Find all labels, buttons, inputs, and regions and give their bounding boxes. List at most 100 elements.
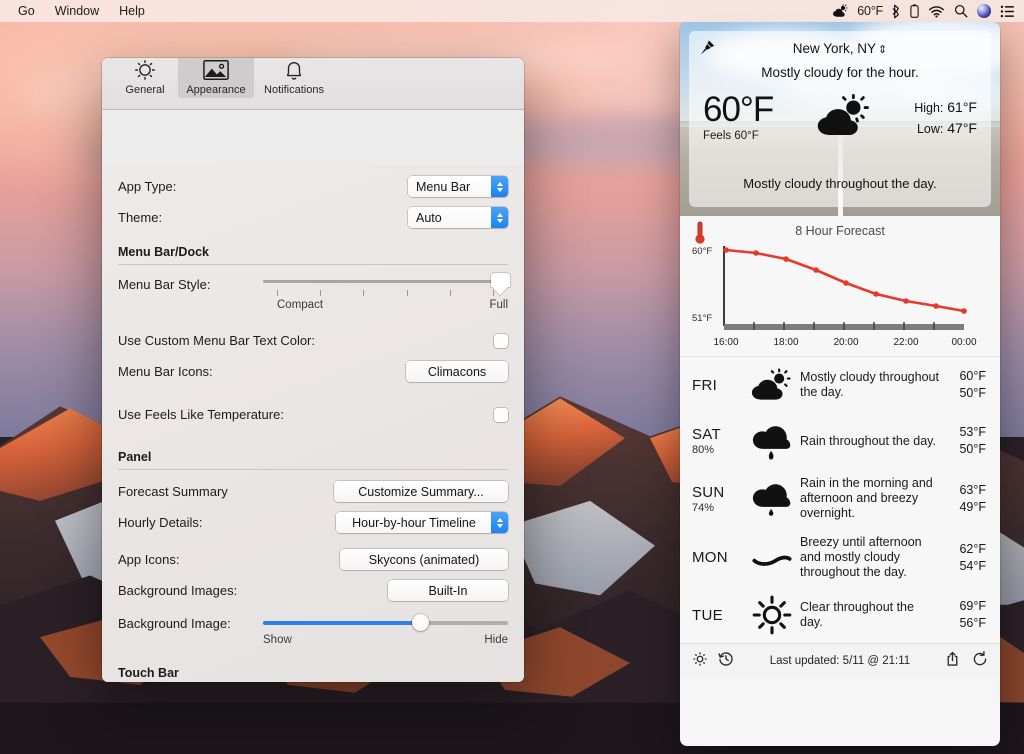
divider [118, 264, 508, 265]
row-app-icons: App Icons: Skycons (animated) [118, 544, 508, 575]
day-block: FRI [692, 377, 744, 394]
section-panel: Panel [118, 450, 152, 464]
refresh-icon[interactable] [972, 650, 988, 672]
hourly-forecast-chart[interactable]: 8 Hour Forecast 60°F 51°F 16:00 18:00 20:… [680, 216, 1000, 357]
share-icon[interactable] [945, 651, 960, 672]
forecast-text: Breezy until afternoon and mostly cloudy… [800, 535, 922, 579]
location-selector[interactable]: New York, NY ⇕ [701, 39, 979, 56]
low-temp: 56°F [959, 616, 986, 630]
menu-bar-style-label: Menu Bar Style: [118, 277, 211, 292]
forecast-row-sat[interactable]: SAT 80% Rain throughout the day. 53°F 50… [680, 413, 1000, 469]
divider [118, 469, 508, 470]
forecast-row-fri[interactable]: FRI Mostly cloudy throughout the day. 60… [680, 357, 1000, 413]
background-images-button[interactable]: Built-In [388, 580, 508, 601]
low-temp: 54°F [959, 558, 986, 573]
tab-notifications[interactable]: Notifications [256, 58, 332, 98]
svg-text:20:00: 20:00 [833, 337, 858, 348]
forecast-row-mon[interactable]: MON Breezy until afternoon and mostly cl… [680, 528, 1000, 587]
background-image-min-label: Show [263, 634, 292, 646]
clock-history-icon[interactable] [718, 651, 734, 672]
tab-general[interactable]: General [114, 58, 176, 98]
window-titlebar: Forecast Bar 2.9.3 General Appearance [102, 58, 524, 110]
svg-text:22:00: 22:00 [893, 337, 918, 348]
chevron-updown-icon [491, 207, 508, 228]
menu-bar-temperature[interactable]: 60°F [857, 4, 883, 18]
svg-text:00:00: 00:00 [951, 337, 976, 348]
current-temperature: 60°F [703, 90, 774, 129]
tab-general-label: General [125, 84, 165, 96]
background-images-label: Background Images: [118, 583, 238, 598]
forecast-row-sun[interactable]: SUN 74% Rain in the morning and afternoo… [680, 469, 1000, 528]
slider-fill [263, 621, 423, 625]
siri-icon[interactable] [977, 4, 991, 18]
current-temp-block: 60°F Feels 60°F [703, 90, 774, 142]
forecast-text: Rain in the morning and afternoon and br… [800, 476, 933, 520]
menu-bar-icons-button[interactable]: Climacons [406, 361, 508, 382]
menu-window[interactable]: Window [45, 0, 109, 22]
pin-icon[interactable] [699, 39, 716, 61]
slider-thumb[interactable] [412, 614, 430, 631]
theme-value: Auto [408, 207, 491, 228]
partly-cloudy-day-icon [744, 367, 800, 403]
daily-forecast-list: FRI Mostly cloudy throughout the day. 60… [680, 357, 1000, 643]
low-temp: 50°F [959, 386, 986, 400]
chevron-updown-icon [491, 512, 508, 533]
svg-text:16:00: 16:00 [713, 337, 738, 348]
row-background-image: Background Image: Show Hide [118, 614, 508, 648]
background-image-label: Background Image: [118, 616, 231, 631]
theme-select[interactable]: Auto [408, 207, 508, 228]
svg-text:18:00: 18:00 [773, 337, 798, 348]
forecast-panel: New York, NY ⇕ Mostly cloudy for the hour… [680, 22, 1000, 746]
background-image-slider[interactable] [263, 614, 508, 632]
high-temp: 60°F [959, 369, 986, 383]
bluetooth-icon[interactable] [892, 4, 901, 19]
appearance-pane: App Type: Menu Bar Theme: Auto Menu Bar/… [102, 165, 524, 682]
gear-icon[interactable] [692, 651, 708, 672]
hourly-details-select[interactable]: Hour-by-hour Timeline [336, 512, 508, 533]
menu-bar: Go Window Help 60°F [0, 0, 1024, 22]
app-icons-button[interactable]: Skycons (animated) [340, 549, 508, 570]
tab-appearance[interactable]: Appearance [178, 58, 254, 98]
search-icon[interactable] [954, 4, 968, 18]
control-center-icon[interactable] [1000, 5, 1015, 18]
menu-go[interactable]: Go [8, 0, 45, 22]
row-forecast-summary: Forecast Summary Customize Summary... [118, 476, 508, 507]
clear-day-icon [744, 594, 800, 636]
chart-title: 8 Hour Forecast [795, 224, 885, 238]
menu-help[interactable]: Help [109, 0, 155, 22]
menu-bar-style-endlabels: Compact Full [263, 299, 508, 313]
high-temp: 62°F [959, 541, 986, 556]
wifi-icon[interactable] [928, 5, 945, 18]
high-low-block: High: 61°F Low: 47°F [914, 97, 977, 139]
high-temp: 69°F [959, 599, 986, 613]
forecast-text: Clear throughout the day. [800, 600, 914, 629]
cloud-sun-icon[interactable] [832, 4, 848, 18]
chart-x-ticks: 16:00 18:00 20:00 22:00 00:00 [713, 337, 976, 348]
forecast-row-tue[interactable]: TUE Clear throughout the day. 69°F 56°F [680, 587, 1000, 643]
panel-footer: Last updated: 5/11 @ 21:11 [680, 643, 1000, 678]
day-name: MON [692, 549, 728, 566]
feels-like-temperature: Feels 60°F [703, 130, 759, 142]
day-name: TUE [692, 606, 723, 624]
customize-summary-button[interactable]: Customize Summary... [334, 481, 508, 502]
day-name: SAT [692, 426, 721, 443]
chevron-updown-icon: ⇕ [878, 44, 888, 56]
row-menu-bar-icons: Menu Bar Icons: Climacons [118, 356, 508, 387]
chart-svg: 60°F 51°F 16:00 18:00 20:00 22:00 00:00 [692, 246, 977, 348]
menu-bar-style-min-label: Compact [277, 299, 324, 311]
low-temp: 50°F [959, 442, 986, 456]
low-temp: 49°F [959, 499, 986, 514]
custom-text-color-checkbox[interactable] [494, 333, 508, 348]
temps-block: 62°F 54°F [946, 541, 986, 575]
precip-probability: 80% [692, 444, 715, 456]
day-block: MON [692, 549, 744, 566]
app-type-select[interactable]: Menu Bar [408, 176, 508, 197]
battery-icon[interactable] [910, 3, 919, 19]
low-value: 47°F [947, 119, 977, 136]
feels-like-checkbox[interactable] [494, 407, 508, 422]
menu-bar-icons-label: Menu Bar Icons: [118, 364, 213, 379]
gear-icon [133, 58, 157, 83]
slider-thumb[interactable] [491, 273, 510, 287]
row-feels-like: Use Feels Like Temperature: [118, 399, 508, 430]
tab-appearance-label: Appearance [186, 84, 246, 96]
